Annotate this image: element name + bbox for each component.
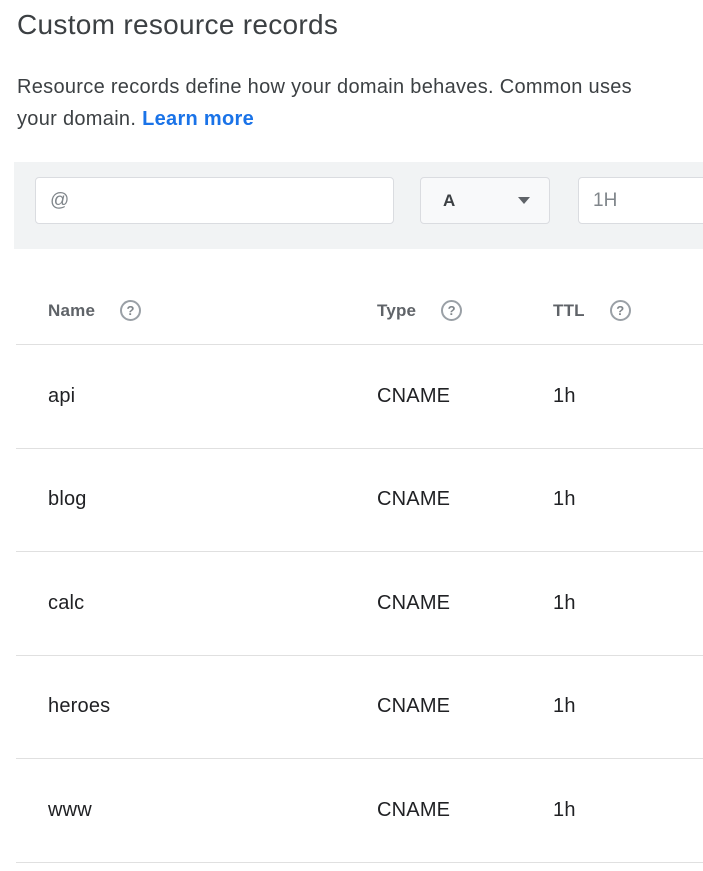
table-row: blog CNAME 1h: [16, 449, 703, 553]
record-name: calc: [16, 592, 377, 615]
record-ttl: 1h: [553, 488, 703, 511]
record-ttl: 1h: [553, 385, 703, 408]
record-name: heroes: [16, 695, 377, 718]
table-row: www CNAME 1h: [16, 759, 703, 863]
column-header-ttl: TTL ?: [553, 300, 703, 321]
record-ttl: 1h: [553, 592, 703, 615]
record-type: CNAME: [377, 488, 553, 511]
description-line-2-text: your domain.: [17, 108, 142, 130]
page-description: Resource records define how your domain …: [17, 71, 632, 135]
column-header-ttl-label: TTL: [553, 301, 585, 321]
record-type: CNAME: [377, 695, 553, 718]
help-icon[interactable]: ?: [120, 300, 141, 321]
table-header-row: Name ? Type ? TTL ?: [16, 249, 703, 345]
description-line-2: your domain. Learn more: [17, 103, 632, 135]
table-row: heroes CNAME 1h: [16, 656, 703, 760]
record-ttl: 1h: [553, 695, 703, 718]
add-record-bar: A: [14, 162, 703, 249]
column-header-type: Type ?: [377, 300, 553, 321]
record-name-input[interactable]: [35, 177, 394, 224]
record-ttl-input[interactable]: [578, 177, 703, 224]
record-name: api: [16, 385, 377, 408]
record-ttl: 1h: [553, 799, 703, 822]
description-line-1: Resource records define how your domain …: [17, 71, 632, 103]
record-name: www: [16, 799, 377, 822]
page-title: Custom resource records: [17, 11, 338, 39]
record-type-select[interactable]: A: [420, 177, 550, 224]
custom-resource-records-page: Custom resource records Resource records…: [0, 0, 703, 871]
record-name: blog: [16, 488, 377, 511]
record-type: CNAME: [377, 799, 553, 822]
record-type-selected-value: A: [443, 191, 455, 211]
record-type: CNAME: [377, 385, 553, 408]
column-header-name: Name ?: [16, 300, 377, 321]
records-table-body: api CNAME 1h blog CNAME 1h calc CNAME 1h…: [16, 345, 703, 863]
record-type: CNAME: [377, 592, 553, 615]
chevron-down-icon: [518, 197, 530, 204]
help-icon[interactable]: ?: [610, 300, 631, 321]
help-icon[interactable]: ?: [441, 300, 462, 321]
table-row: calc CNAME 1h: [16, 552, 703, 656]
column-header-name-label: Name: [48, 301, 95, 321]
column-header-type-label: Type: [377, 301, 416, 321]
learn-more-link[interactable]: Learn more: [142, 108, 254, 130]
table-row: api CNAME 1h: [16, 345, 703, 449]
